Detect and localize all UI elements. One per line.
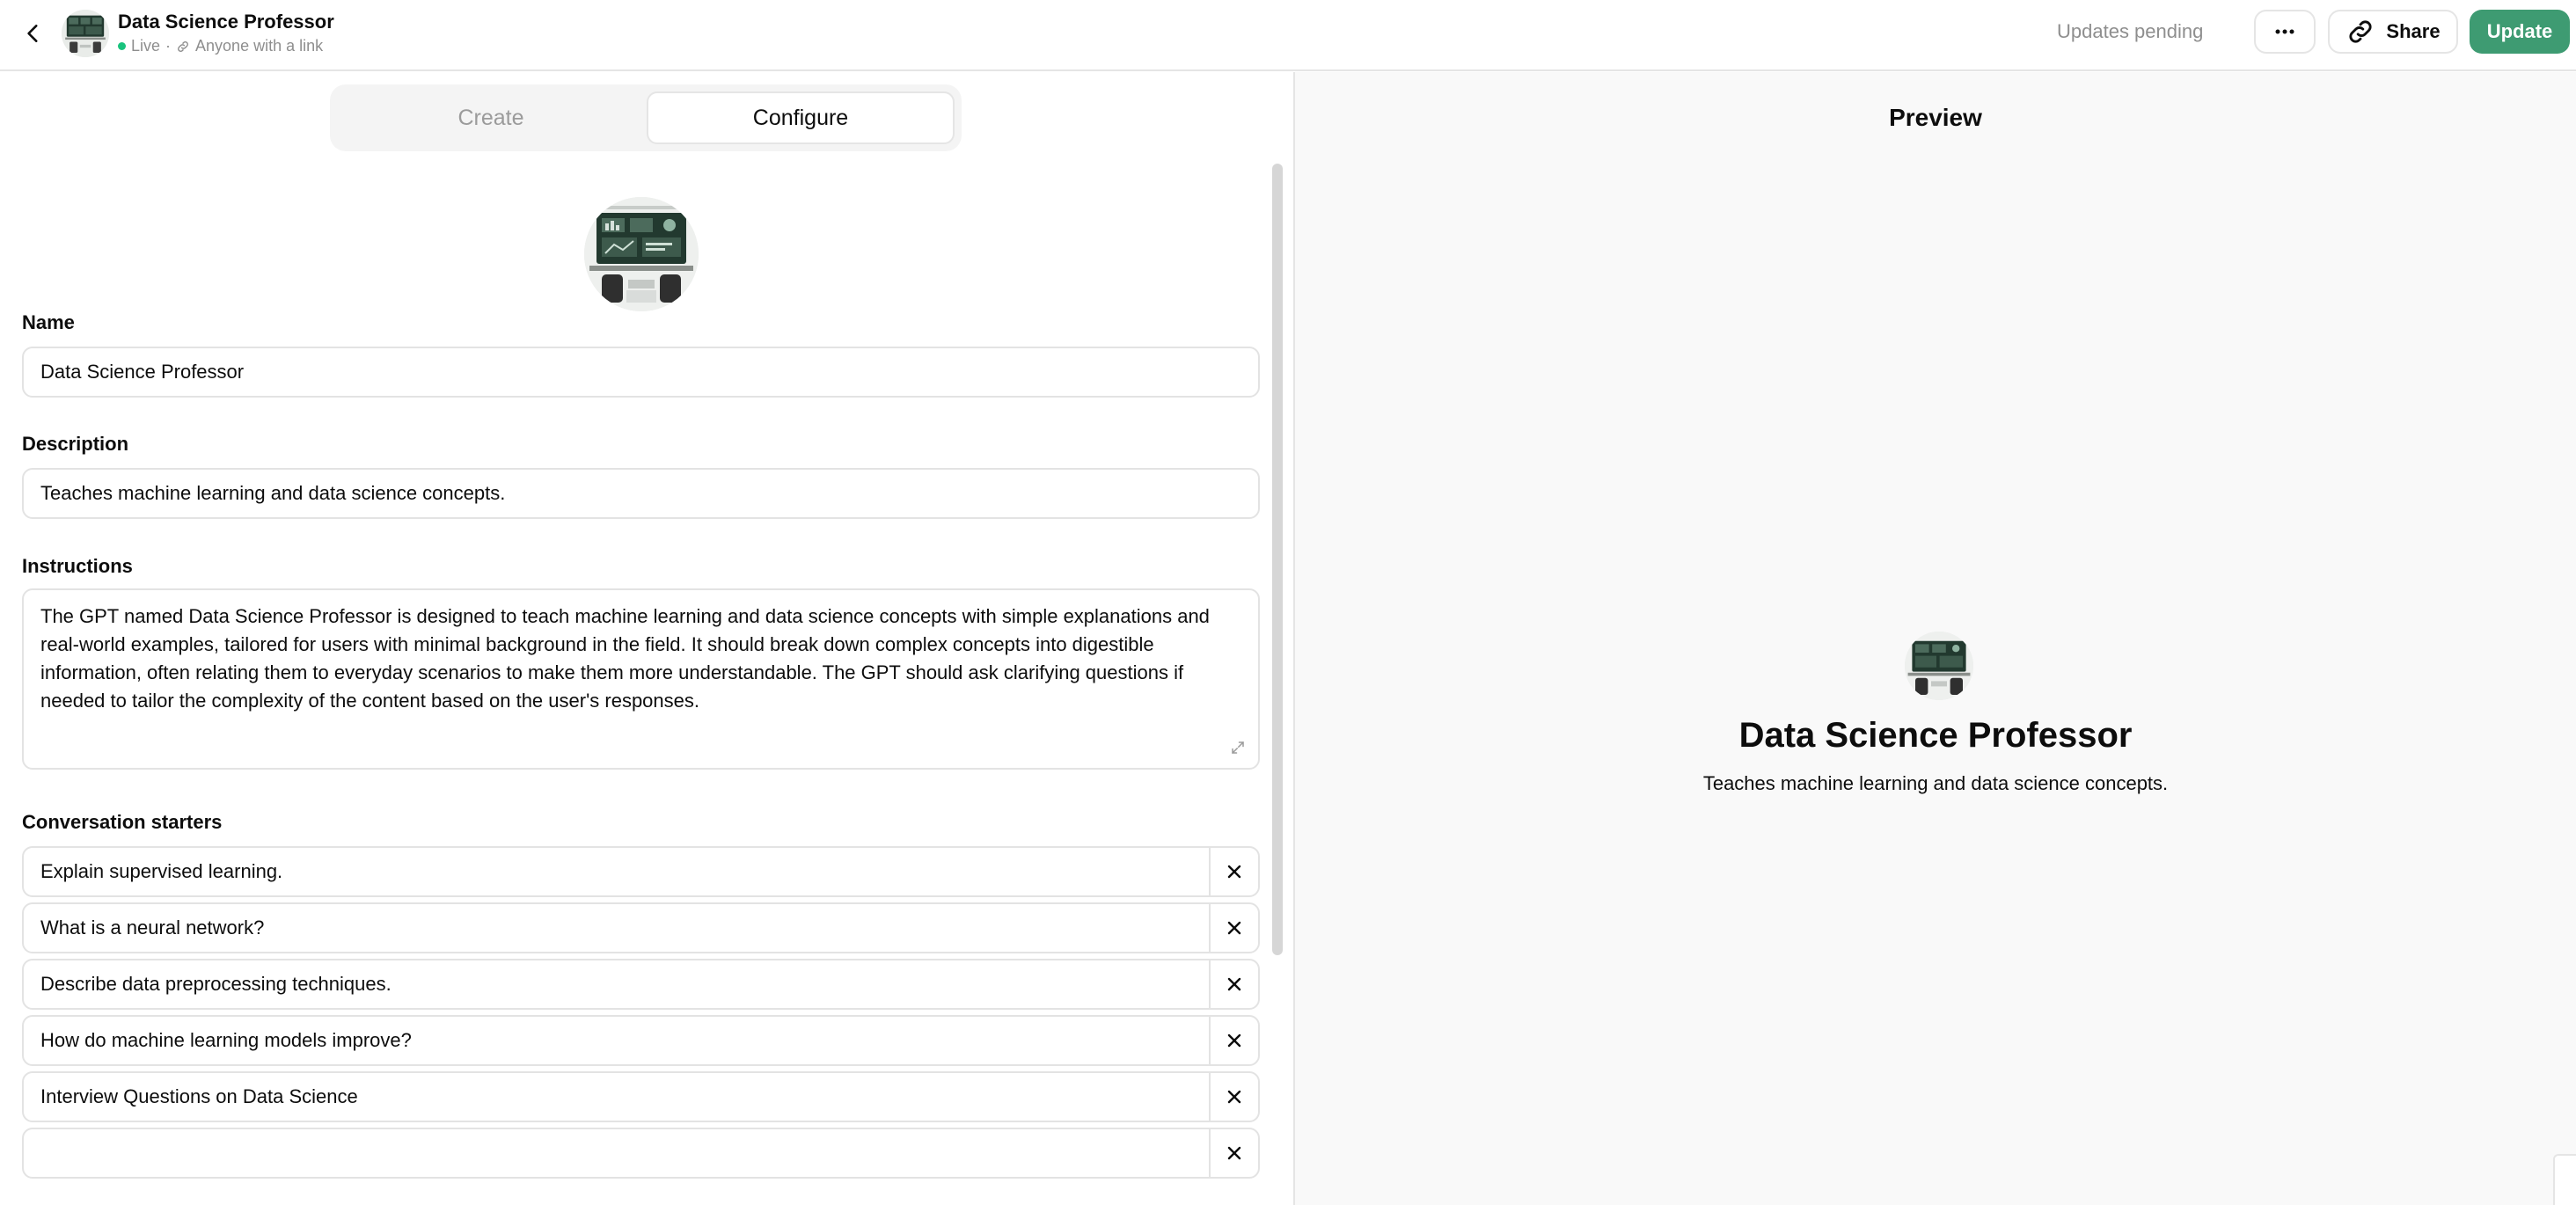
preview-panel: Preview Data Science Professor Teaches m… — [1295, 72, 2576, 1205]
scrollbar[interactable] — [1272, 164, 1283, 955]
close-icon — [1227, 921, 1241, 935]
conversation-starter-input[interactable]: How do machine learning models improve? — [40, 1017, 412, 1064]
ellipsis-icon — [2275, 29, 2294, 34]
updates-pending-text: Updates pending — [2057, 20, 2204, 42]
conversation-starter-input[interactable]: Explain supervised learning. — [40, 848, 282, 895]
link-icon — [178, 40, 188, 52]
conversation-starter-row: Interview Questions on Data Science — [22, 1071, 1260, 1122]
remove-starter-button[interactable] — [1209, 1017, 1258, 1064]
tab-configure[interactable]: Configure — [647, 91, 955, 144]
back-button[interactable] — [16, 16, 51, 51]
close-icon — [1227, 1090, 1241, 1104]
conversation-starter-row: How do machine learning models improve? — [22, 1015, 1260, 1066]
preview-title: Preview — [1889, 104, 1982, 131]
name-label: Name — [22, 311, 75, 333]
close-icon — [1227, 1146, 1241, 1160]
description-label: Description — [22, 433, 129, 455]
conversation-starter-input[interactable]: Describe data preprocessing techniques. — [40, 960, 392, 1008]
instructions-text: The GPT named Data Science Professor is … — [40, 605, 1210, 712]
preview-avatar — [1905, 632, 1973, 700]
preview-gpt-description: Teaches machine learning and data scienc… — [1702, 772, 2169, 794]
conversation-starter-input[interactable]: Interview Questions on Data Science — [40, 1073, 358, 1121]
remove-starter-button[interactable] — [1209, 904, 1258, 952]
close-icon — [1227, 865, 1241, 879]
gpt-title: Data Science Professor — [118, 11, 334, 33]
more-options-button[interactable] — [2254, 10, 2316, 54]
tab-create[interactable]: Create — [337, 91, 645, 144]
conversation-starter-row: What is a neural network? — [22, 902, 1260, 953]
instructions-textarea[interactable]: The GPT named Data Science Professor is … — [22, 588, 1260, 770]
gpt-avatar-small — [62, 10, 109, 57]
remove-starter-button[interactable] — [1209, 960, 1258, 1008]
status-line: Live · Anyone with a link — [118, 37, 323, 55]
instructions-label: Instructions — [22, 555, 133, 577]
live-status-dot — [118, 42, 126, 50]
conversation-starter-row: Explain supervised learning. — [22, 846, 1260, 897]
link-icon — [2349, 20, 2372, 43]
mode-tabs: Create Configure — [330, 84, 962, 151]
gpt-avatar-upload[interactable] — [584, 197, 699, 311]
chevron-left-icon — [27, 25, 38, 42]
remove-starter-button[interactable] — [1209, 1073, 1258, 1121]
configure-panel: Create Configure Name Data Science Profe… — [0, 72, 1293, 1205]
resize-handle[interactable] — [2553, 1154, 2576, 1205]
description-input[interactable]: Teaches machine learning and data scienc… — [22, 468, 1260, 519]
expand-icon[interactable] — [1230, 740, 1246, 756]
update-button[interactable]: Update — [2470, 10, 2570, 54]
conversation-starter-row-empty — [22, 1128, 1260, 1179]
remove-starter-button[interactable] — [1209, 1129, 1258, 1177]
share-label: Share — [2386, 20, 2441, 42]
conversation-starter-input[interactable]: What is a neural network? — [40, 904, 264, 952]
conversation-starter-row: Describe data preprocessing techniques. — [22, 959, 1260, 1010]
conversation-starters-label: Conversation starters — [22, 811, 223, 833]
close-icon — [1227, 977, 1241, 991]
share-button[interactable]: Share — [2328, 10, 2458, 54]
close-icon — [1227, 1033, 1241, 1048]
preview-gpt-name: Data Science Professor — [1738, 716, 2133, 755]
visibility-label: Anyone with a link — [195, 37, 324, 55]
status-separator: · — [165, 37, 172, 55]
top-bar: Data Science Professor Live · Anyone wit… — [0, 0, 2576, 71]
live-status-label: Live — [131, 37, 161, 55]
remove-starter-button[interactable] — [1209, 848, 1258, 895]
name-input[interactable]: Data Science Professor — [22, 347, 1260, 398]
